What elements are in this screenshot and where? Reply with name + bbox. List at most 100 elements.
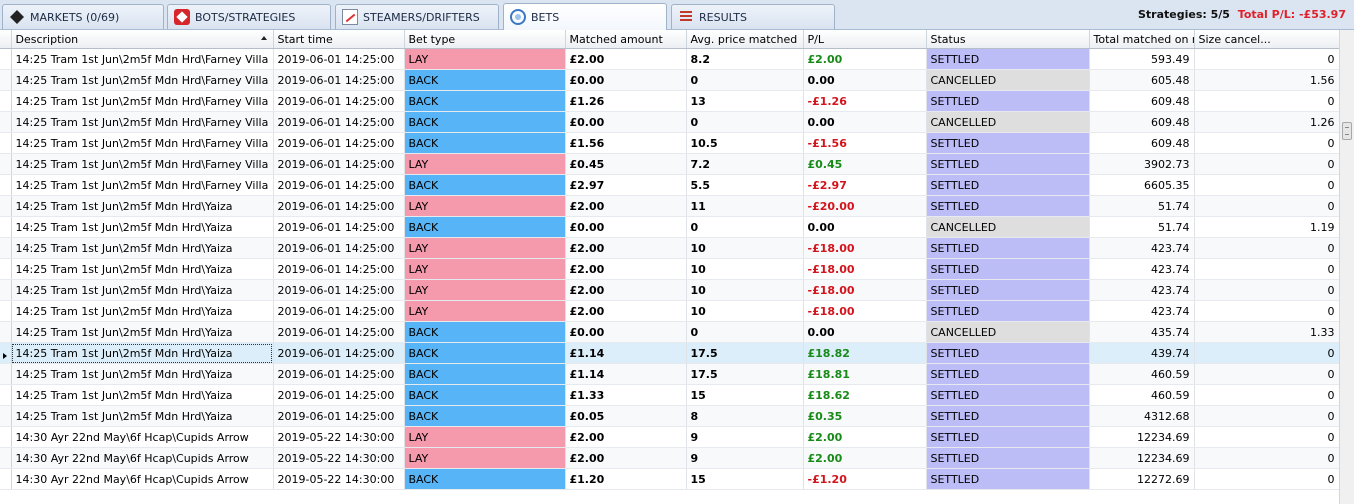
cell-size-cancelled: 1.19 [1194, 216, 1339, 238]
cell-matched-amount: £2.00 [565, 258, 687, 280]
tab-steamers-label: STEAMERS/DRIFTERS [363, 10, 480, 24]
cell-total-matched: 435.74 [1089, 321, 1195, 343]
col-size-cancelled[interactable]: Size cancel... [1194, 30, 1339, 49]
cell-total-matched: 423.74 [1089, 237, 1195, 259]
table-row[interactable]: 14:25 Tram 1st Jun\2m5f Mdn Hrd\Yaiza 201… [0, 300, 1339, 322]
table-row[interactable]: 14:25 Tram 1st Jun\2m5f Mdn Hrd\Yaiza 201… [0, 216, 1339, 238]
table-row[interactable]: 14:25 Tram 1st Jun\2m5f Mdn Hrd\Yaiza 201… [0, 258, 1339, 280]
row-indicator [0, 195, 12, 217]
cell-matched-amount: £1.33 [565, 384, 687, 406]
col-avg-price[interactable]: Avg. price matched [686, 30, 804, 49]
cell-description: 14:30 Ayr 22nd May\6f Hcap\Cupids Arrow [11, 468, 274, 490]
table-row[interactable]: 14:25 Tram 1st Jun\2m5f Mdn Hrd\Yaiza 201… [0, 384, 1339, 406]
cell-total-matched: 12234.69 [1089, 447, 1195, 469]
cell-avg-price: 8 [686, 405, 804, 427]
scrollbar-thumb[interactable] [1342, 122, 1352, 140]
cell-size-cancelled: 0 [1194, 90, 1339, 112]
cell-description: 14:25 Tram 1st Jun\2m5f Mdn Hrd\Yaiza [11, 321, 274, 343]
table-row[interactable]: 14:25 Tram 1st Jun\2m5f Mdn Hrd\Farney V… [0, 174, 1339, 196]
col-pl[interactable]: P/L [803, 30, 927, 49]
table-row[interactable]: 14:25 Tram 1st Jun\2m5f Mdn Hrd\Yaiza 201… [0, 363, 1339, 385]
row-indicator [0, 321, 12, 343]
cell-description: 14:25 Tram 1st Jun\2m5f Mdn Hrd\Farney V… [11, 69, 274, 91]
tab-results[interactable]: RESULTS [671, 4, 835, 29]
cell-description: 14:25 Tram 1st Jun\2m5f Mdn Hrd\Yaiza [11, 279, 274, 301]
cell-status: SETTLED [926, 153, 1090, 175]
table-row[interactable]: 14:30 Ayr 22nd May\6f Hcap\Cupids Arrow 2… [0, 447, 1339, 469]
col-total-matched[interactable]: Total matched on runner [1089, 30, 1195, 49]
table-row[interactable]: 14:25 Tram 1st Jun\2m5f Mdn Hrd\Farney V… [0, 90, 1339, 112]
row-indicator [0, 300, 12, 322]
table-row[interactable]: 14:25 Tram 1st Jun\2m5f Mdn Hrd\Yaiza 201… [0, 405, 1339, 427]
selected-row-arrow-icon [3, 353, 7, 359]
cell-description: 14:25 Tram 1st Jun\2m5f Mdn Hrd\Farney V… [11, 48, 274, 70]
cell-status: SETTLED [926, 300, 1090, 322]
col-description[interactable]: Description [11, 30, 274, 49]
vertical-scrollbar[interactable] [1339, 30, 1354, 504]
table-row[interactable]: 14:25 Tram 1st Jun\2m5f Mdn Hrd\Yaiza 201… [0, 342, 1339, 364]
total-pl: Total P/L: -£53.97 [1237, 8, 1346, 21]
row-indicator [0, 174, 12, 196]
cell-avg-price: 11 [686, 195, 804, 217]
cell-pl: -£1.20 [803, 468, 927, 490]
col-status[interactable]: Status [926, 30, 1090, 49]
cell-matched-amount: £2.00 [565, 426, 687, 448]
cell-total-matched: 609.48 [1089, 111, 1195, 133]
row-indicator [0, 384, 12, 406]
results-icon [678, 9, 694, 25]
col-start-time[interactable]: Start time [273, 30, 405, 49]
cell-status: SETTLED [926, 447, 1090, 469]
cell-matched-amount: £0.45 [565, 153, 687, 175]
cell-description: 14:25 Tram 1st Jun\2m5f Mdn Hrd\Farney V… [11, 153, 274, 175]
cell-start-time: 2019-06-01 14:25:00 [273, 321, 405, 343]
tab-results-label: RESULTS [699, 10, 747, 24]
cell-start-time: 2019-06-01 14:25:00 [273, 111, 405, 133]
col-matched-amount[interactable]: Matched amount [565, 30, 687, 49]
cell-bet-type: BACK [404, 216, 566, 238]
cell-pl: -£2.97 [803, 174, 927, 196]
cell-bet-type: BACK [404, 384, 566, 406]
cell-pl: £18.82 [803, 342, 927, 364]
cell-size-cancelled: 0 [1194, 300, 1339, 322]
cell-total-matched: 3902.73 [1089, 153, 1195, 175]
tab-bots-strategies[interactable]: BOTS/STRATEGIES [167, 4, 331, 29]
table-row[interactable]: 14:25 Tram 1st Jun\2m5f Mdn Hrd\Farney V… [0, 69, 1339, 91]
cell-avg-price: 10 [686, 237, 804, 259]
cell-bet-type: BACK [404, 111, 566, 133]
cell-bet-type: BACK [404, 405, 566, 427]
cell-matched-amount: £2.00 [565, 447, 687, 469]
cell-size-cancelled: 0 [1194, 468, 1339, 490]
cell-status: SETTLED [926, 405, 1090, 427]
table-row[interactable]: 14:25 Tram 1st Jun\2m5f Mdn Hrd\Farney V… [0, 153, 1339, 175]
tab-steamers-drifters[interactable]: STEAMERS/DRIFTERS [335, 4, 499, 29]
markets-icon [9, 9, 25, 25]
cell-matched-amount: £0.00 [565, 216, 687, 238]
table-row[interactable]: 14:25 Tram 1st Jun\2m5f Mdn Hrd\Yaiza 201… [0, 195, 1339, 217]
cell-avg-price: 0 [686, 321, 804, 343]
table-row[interactable]: 14:25 Tram 1st Jun\2m5f Mdn Hrd\Farney V… [0, 48, 1339, 70]
table-row[interactable]: 14:25 Tram 1st Jun\2m5f Mdn Hrd\Yaiza 201… [0, 279, 1339, 301]
cell-pl: -£18.00 [803, 300, 927, 322]
tab-bets[interactable]: BETS [503, 3, 667, 30]
table-row[interactable]: 14:25 Tram 1st Jun\2m5f Mdn Hrd\Yaiza 201… [0, 321, 1339, 343]
row-indicator [0, 405, 12, 427]
cell-start-time: 2019-06-01 14:25:00 [273, 405, 405, 427]
table-row[interactable]: 14:25 Tram 1st Jun\2m5f Mdn Hrd\Yaiza 201… [0, 237, 1339, 259]
table-row[interactable]: 14:30 Ayr 22nd May\6f Hcap\Cupids Arrow 2… [0, 426, 1339, 448]
cell-pl: -£18.00 [803, 237, 927, 259]
table-row[interactable]: 14:25 Tram 1st Jun\2m5f Mdn Hrd\Farney V… [0, 111, 1339, 133]
cell-pl: £2.00 [803, 48, 927, 70]
cell-size-cancelled: 1.33 [1194, 321, 1339, 343]
cell-matched-amount: £0.00 [565, 111, 687, 133]
table-row[interactable]: 14:25 Tram 1st Jun\2m5f Mdn Hrd\Farney V… [0, 132, 1339, 154]
cell-total-matched: 423.74 [1089, 300, 1195, 322]
cell-bet-type: BACK [404, 342, 566, 364]
col-bet-type[interactable]: Bet type [404, 30, 566, 49]
cell-size-cancelled: 0 [1194, 258, 1339, 280]
cell-description: 14:25 Tram 1st Jun\2m5f Mdn Hrd\Farney V… [11, 90, 274, 112]
cell-total-matched: 605.48 [1089, 69, 1195, 91]
cell-description: 14:30 Ayr 22nd May\6f Hcap\Cupids Arrow [11, 447, 274, 469]
tab-markets[interactable]: MARKETS (0/69) [2, 4, 164, 29]
table-row[interactable]: 14:30 Ayr 22nd May\6f Hcap\Cupids Arrow 2… [0, 468, 1339, 490]
cell-pl: £18.81 [803, 363, 927, 385]
